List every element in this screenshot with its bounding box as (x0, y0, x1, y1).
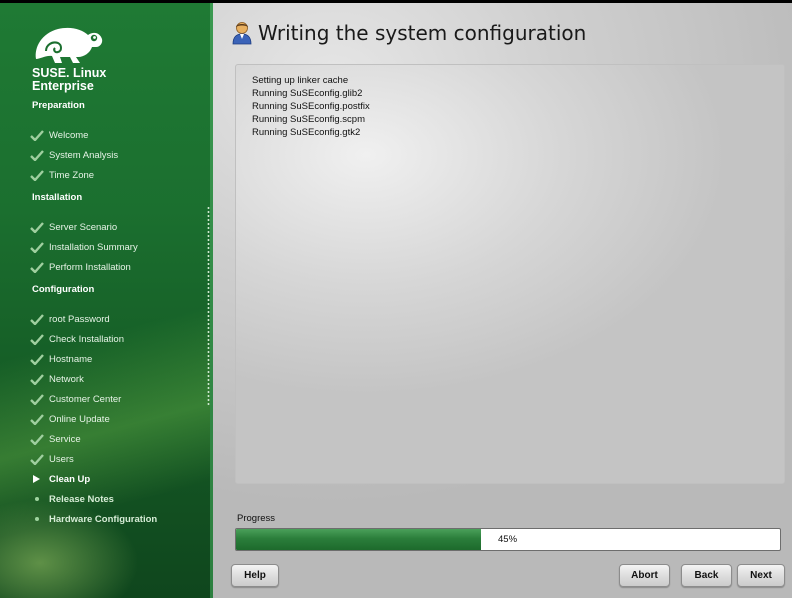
step-perform-installation: Perform Installation (30, 260, 131, 274)
step-label: root Password (49, 313, 110, 325)
abort-button[interactable]: Abort (619, 564, 670, 587)
step-label: Release Notes (49, 493, 114, 505)
step-customer-center: Customer Center (30, 392, 121, 406)
brand-line-2: Enterprise (32, 79, 94, 93)
section-configuration: Configuration (32, 284, 95, 295)
log-line: Running SuSEconfig.postfix (252, 101, 370, 112)
step-label: Clean Up (49, 473, 91, 485)
log-line: Setting up linker cache (252, 75, 349, 86)
section-preparation: Preparation (32, 100, 85, 111)
main-panel: Writing the system configuration Setting… (213, 3, 792, 598)
step-label: Installation Summary (49, 241, 138, 253)
checkmark-icon (30, 432, 44, 446)
checkmark-icon (30, 260, 44, 274)
installer-window: SUSE. Linux Enterprise Preparation Welco… (0, 0, 792, 598)
progress-percent-text: 45% (498, 534, 518, 545)
checkmark-icon (30, 148, 44, 162)
sidebar-resize-grip[interactable] (207, 206, 210, 406)
step-installation-summary: Installation Summary (30, 240, 138, 254)
step-label: Time Zone (49, 169, 95, 181)
suse-chameleon-logo-icon (35, 27, 103, 63)
checkmark-icon (30, 168, 44, 182)
checkmark-icon (30, 352, 44, 366)
step-release-notes: Release Notes (30, 492, 114, 506)
step-label: Perform Installation (49, 261, 131, 273)
step-hostname: Hostname (30, 352, 92, 366)
step-label: Hardware Configuration (49, 513, 158, 525)
step-time-zone: Time Zone (30, 168, 94, 182)
brand-name: SUSE. Linux Enterprise (32, 67, 182, 93)
user-admin-icon (232, 22, 252, 45)
progress-fill (236, 529, 481, 550)
step-clean-up: Clean Up (30, 472, 90, 486)
step-check-installation: Check Installation (30, 332, 124, 346)
pending-dot-icon (30, 512, 44, 526)
log-line: Running SuSEconfig.gtk2 (252, 127, 361, 138)
page-title: Writing the system configuration (258, 21, 587, 45)
checkmark-icon (30, 452, 44, 466)
step-label: Customer Center (49, 393, 122, 405)
step-label: Service (49, 433, 81, 445)
step-label: Users (49, 453, 74, 465)
step-label: Server Scenario (49, 221, 118, 233)
next-button[interactable]: Next (737, 564, 785, 587)
help-button[interactable]: Help (231, 564, 279, 587)
step-service: Service (30, 432, 81, 446)
step-label: Online Update (49, 413, 110, 425)
checkmark-icon (30, 332, 44, 346)
sidebar: SUSE. Linux Enterprise Preparation Welco… (0, 3, 213, 598)
checkmark-icon (30, 392, 44, 406)
progress-label: Progress (237, 513, 276, 524)
checkmark-icon (30, 412, 44, 426)
step-network: Network (30, 372, 84, 386)
section-installation: Installation (32, 192, 83, 203)
checkmark-icon (30, 128, 44, 142)
step-label: Welcome (49, 129, 89, 141)
step-root-password: root Password (30, 312, 110, 326)
step-label: System Analysis (49, 149, 119, 161)
log-line: Running SuSEconfig.scpm (252, 114, 366, 125)
step-label: Check Installation (49, 333, 124, 345)
step-online-update: Online Update (30, 412, 110, 426)
current-step-arrow-icon (30, 472, 44, 486)
step-users: Users (30, 452, 74, 466)
checkmark-icon (30, 372, 44, 386)
step-system-analysis: System Analysis (30, 148, 118, 162)
step-server-scenario: Server Scenario (30, 220, 117, 234)
step-welcome: Welcome (30, 128, 88, 142)
log-output-box: Setting up linker cache Running SuSEconf… (235, 64, 785, 484)
checkmark-icon (30, 220, 44, 234)
back-button[interactable]: Back (681, 564, 732, 587)
step-hardware-configuration: Hardware Configuration (30, 512, 157, 526)
progress-bar: 45% (235, 528, 781, 551)
checkmark-icon (30, 312, 44, 326)
log-line: Running SuSEconfig.glib2 (252, 88, 363, 99)
checkmark-icon (30, 240, 44, 254)
step-label: Network (49, 373, 84, 385)
pending-dot-icon (30, 492, 44, 506)
step-label: Hostname (49, 353, 93, 365)
